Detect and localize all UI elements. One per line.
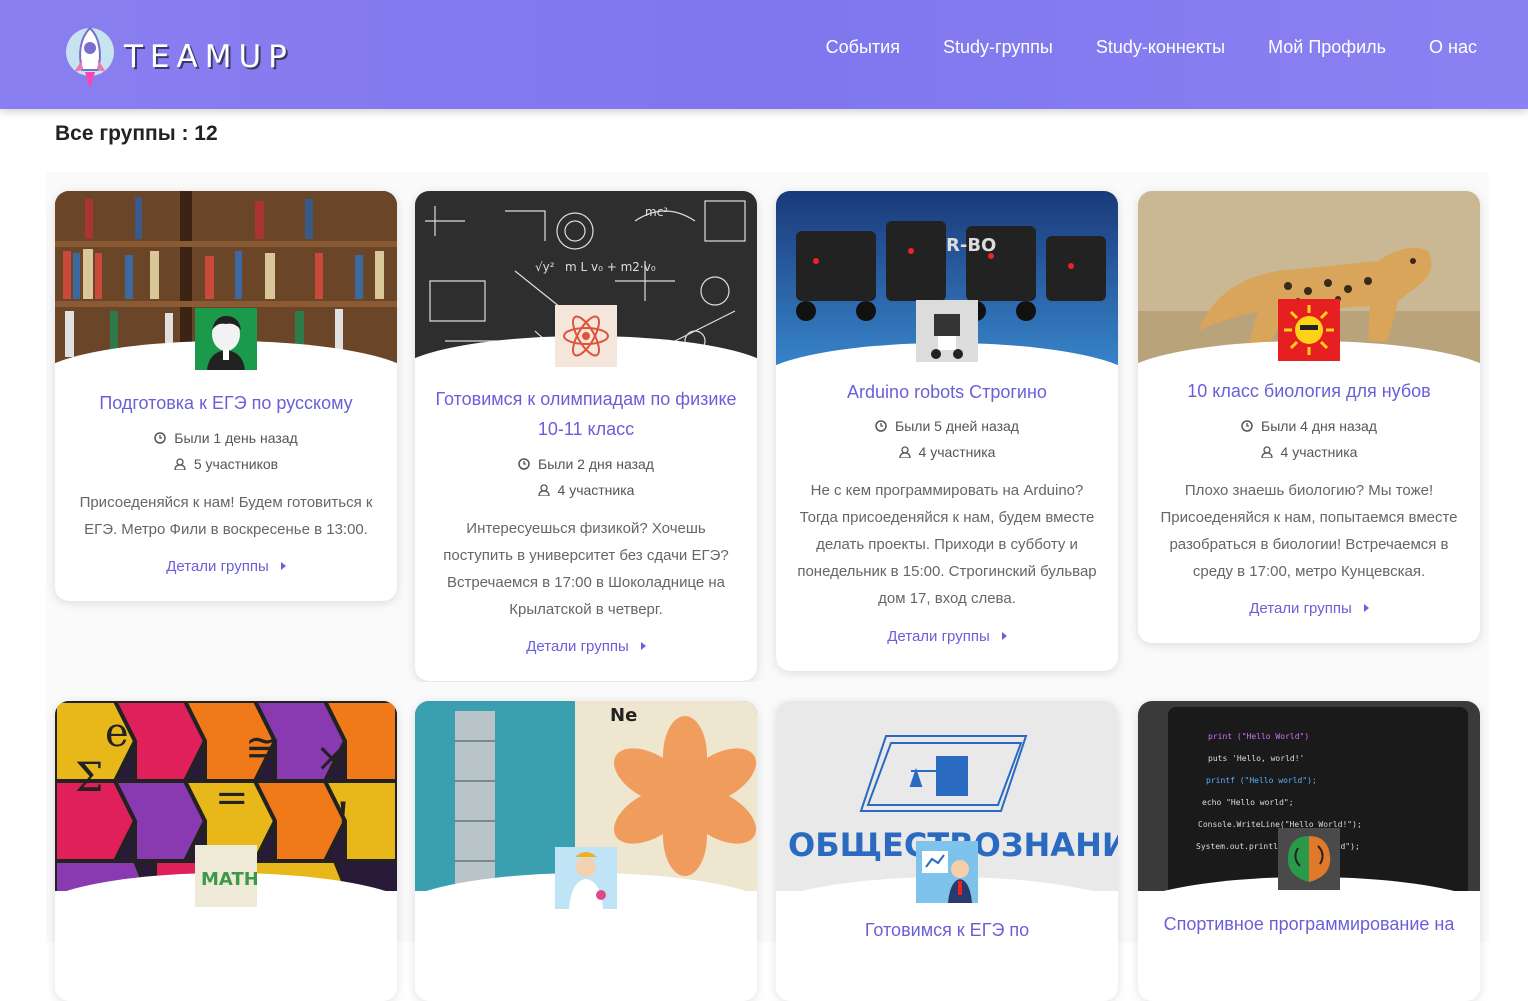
member-count: 4 участника xyxy=(1138,439,1480,465)
main-nav: События Study-группы Study-коннекты Мой … xyxy=(826,37,1477,58)
group-card: R-BO Arduino robots Строгино Были 5 дней… xyxy=(776,191,1118,671)
group-card: Подготовка к ЕГЭ по русскому Были 1 день… xyxy=(55,191,397,601)
group-description: Не с кем программировать на Arduino? Тог… xyxy=(797,482,1097,607)
svg-text:m L v₀ + m2·v₀: m L v₀ + m2·v₀ xyxy=(565,260,656,274)
group-card: √y² m L v₀ + m2·v₀ mc² Готовимся к олимпиа… xyxy=(415,191,757,681)
group-description: Плохо знаешь биологию? Мы тоже! Присоеде… xyxy=(1160,482,1458,580)
svg-text:Ne: Ne xyxy=(610,705,637,726)
groups-row-1: Подготовка к ЕГЭ по русскому Были 1 день… xyxy=(46,172,1489,682)
group-avatar xyxy=(1278,299,1340,361)
group-card: print ("Hello World") puts 'Hello, world… xyxy=(1138,701,1480,1001)
group-title[interactable]: Спортивное программирование на xyxy=(1150,909,1468,939)
clock-icon xyxy=(154,426,167,444)
nav-my-profile[interactable]: Мой Профиль xyxy=(1268,37,1386,58)
caret-right-icon xyxy=(1363,604,1369,612)
details-label: Детали группы xyxy=(1249,600,1352,617)
details-label: Детали группы xyxy=(887,628,990,645)
user-icon xyxy=(1260,440,1273,459)
group-avatar: MATH xyxy=(195,845,257,907)
svg-text:MATH: MATH xyxy=(201,869,257,890)
caret-right-icon xyxy=(280,562,286,570)
group-description: Интересуешься физикой? Хочешь поступить … xyxy=(443,520,729,618)
group-avatar xyxy=(555,847,617,909)
group-details-link[interactable]: Детали группы xyxy=(55,558,397,575)
svg-text:puts 'Hello, world!': puts 'Hello, world!' xyxy=(1208,754,1304,763)
details-label: Детали группы xyxy=(526,638,629,655)
nav-study-connects[interactable]: Study-коннекты xyxy=(1096,37,1225,58)
details-label: Детали группы xyxy=(166,558,269,575)
group-title[interactable]: 10 класс биология для нубов xyxy=(1150,376,1468,406)
group-card: Ne xyxy=(415,701,757,1001)
group-details-link[interactable]: Детали группы xyxy=(415,638,757,655)
nav-about[interactable]: О нас xyxy=(1429,37,1477,58)
group-title[interactable]: Готовимся к ЕГЭ по xyxy=(788,915,1106,945)
clock-icon xyxy=(1241,414,1253,432)
svg-text:mc²: mc² xyxy=(645,205,668,219)
teamup-logo[interactable]: TEAMUP xyxy=(62,22,294,92)
last-seen-text: Были 5 дней назад xyxy=(895,418,1019,434)
logo-text: TEAMUP xyxy=(124,39,294,75)
member-count: 5 участников xyxy=(55,451,397,477)
svg-text:printf ("Hello world");: printf ("Hello world"); xyxy=(1206,776,1317,785)
clock-icon xyxy=(875,414,887,432)
group-card: ОБЩЕСТВОЗНАНИЕ Готовимся к ЕГЭ по xyxy=(776,701,1118,1001)
svg-text:R-BO: R-BO xyxy=(946,235,996,256)
last-seen: Были 1 день назад xyxy=(55,425,397,451)
svg-text:e: e xyxy=(105,710,129,756)
page-title: Все группы : 12 xyxy=(55,122,218,145)
rocket-icon xyxy=(66,26,114,88)
group-details-link[interactable]: Детали группы xyxy=(776,628,1118,645)
group-avatar xyxy=(1278,828,1340,890)
last-seen: Были 4 дня назад xyxy=(1138,413,1480,439)
member-count-text: 4 участника xyxy=(918,444,996,460)
user-icon xyxy=(537,478,550,497)
group-card: e Σ ≅ × =! MATH xyxy=(55,701,397,1001)
group-details-link[interactable]: Детали группы xyxy=(1138,600,1480,617)
last-seen-text: Были 4 дня назад xyxy=(1261,418,1377,434)
svg-text:!: ! xyxy=(335,795,351,841)
last-seen: Были 2 дня назад xyxy=(415,451,757,477)
caret-right-icon xyxy=(640,642,646,650)
last-seen-text: Были 2 дня назад xyxy=(538,456,654,472)
svg-text:Σ: Σ xyxy=(75,755,103,801)
group-title[interactable]: Готовимся к олимпиадам по физике 10-11 к… xyxy=(427,384,745,444)
nav-study-groups[interactable]: Study-группы xyxy=(943,37,1053,58)
group-title[interactable]: Подготовка к ЕГЭ по русскому xyxy=(67,388,385,418)
group-avatar xyxy=(916,841,978,903)
group-avatar xyxy=(916,300,978,362)
svg-text:echo "Hello world";: echo "Hello world"; xyxy=(1202,798,1294,807)
svg-text:√y²: √y² xyxy=(535,260,555,274)
clock-icon xyxy=(518,452,530,470)
caret-right-icon xyxy=(1001,632,1007,640)
member-count: 4 участника xyxy=(776,439,1118,465)
user-icon xyxy=(174,452,186,471)
svg-text:×: × xyxy=(315,735,349,781)
group-description: Присоеденяйся к нам! Будем готовиться к … xyxy=(79,494,373,538)
member-count: 4 участника xyxy=(415,477,757,503)
groups-row-2: e Σ ≅ × =! MATH Ne Готовимся к ЕГЭ по pr… xyxy=(46,682,1489,1001)
group-avatar xyxy=(555,305,617,367)
member-count-text: 5 участников xyxy=(193,456,279,472)
svg-text:≅: ≅ xyxy=(245,725,279,771)
svg-text:=: = xyxy=(215,775,249,821)
member-count-text: 4 участника xyxy=(1280,444,1358,460)
user-icon xyxy=(898,440,911,459)
last-seen: Были 5 дней назад xyxy=(776,413,1118,439)
group-avatar xyxy=(195,308,257,370)
group-title[interactable]: Arduino robots Строгино xyxy=(788,377,1106,407)
nav-events[interactable]: События xyxy=(826,37,900,58)
svg-text:print ("Hello World"): print ("Hello World") xyxy=(1208,732,1309,741)
group-card: 10 класс биология для нубов Были 4 дня н… xyxy=(1138,191,1480,643)
member-count-text: 4 участника xyxy=(557,482,635,498)
top-header: TEAMUP События Study-группы Study-коннек… xyxy=(0,0,1528,109)
last-seen-text: Были 1 день назад xyxy=(174,430,298,446)
